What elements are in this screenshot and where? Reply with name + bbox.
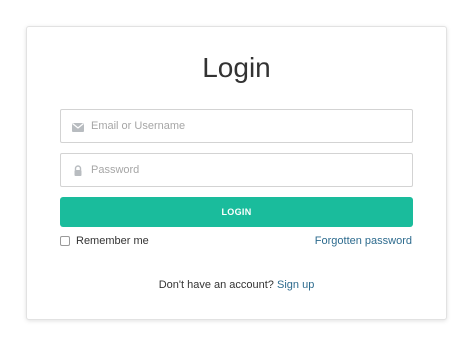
remember-me-toggle[interactable]: Remember me [60,234,149,248]
remember-me-checkbox[interactable] [60,236,70,246]
forgot-password-link[interactable]: Forgotten password [315,234,412,248]
signup-prompt: Don't have an account? Sign up [27,278,446,292]
password-input[interactable] [91,154,406,186]
page-title: Login [202,52,271,83]
password-field[interactable] [60,153,413,187]
lock-icon [71,164,85,178]
email-input[interactable] [91,110,406,142]
remember-me-label: Remember me [76,235,149,247]
email-field[interactable] [60,109,413,143]
login-button[interactable]: LOGIN [60,197,413,227]
envelope-icon [71,120,85,134]
signup-prompt-text: Don't have an account? [158,279,274,291]
login-card: Login LOGIN Remember me Forgotten passwo… [26,26,447,320]
signup-link[interactable]: Sign up [277,279,314,291]
